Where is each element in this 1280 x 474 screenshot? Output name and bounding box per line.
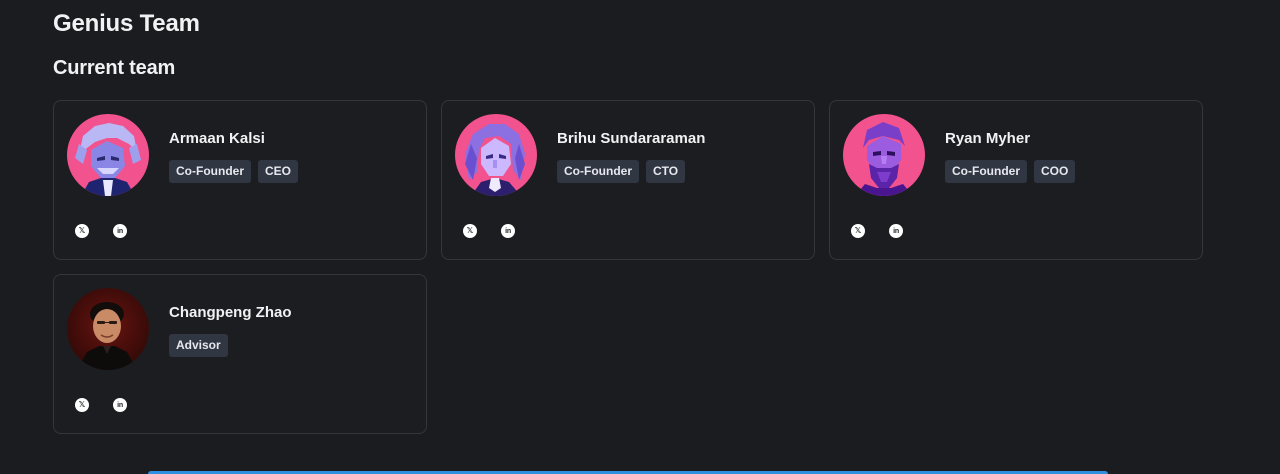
member-name: Armaan Kalsi xyxy=(169,130,265,147)
member-name: Ryan Myher xyxy=(945,130,1031,147)
role-tag: Co-Founder xyxy=(169,160,251,183)
role-tag: Co-Founder xyxy=(945,160,1027,183)
team-member-card: Changpeng Zhao Advisor 𝕏 in xyxy=(53,274,427,434)
linkedin-icon[interactable]: in xyxy=(889,224,903,238)
x-icon[interactable]: 𝕏 xyxy=(463,224,477,238)
role-tag: Advisor xyxy=(169,334,228,357)
newton-avatar xyxy=(455,114,537,196)
philosopher-avatar xyxy=(843,114,925,196)
role-tag: COO xyxy=(1034,160,1076,183)
team-grid: Armaan Kalsi Co-Founder CEO 𝕏 in Brihu S… xyxy=(53,100,1203,434)
member-name: Brihu Sundararaman xyxy=(557,130,706,147)
member-tags: Co-Founder CTO xyxy=(557,160,686,183)
member-tags: Co-Founder CEO xyxy=(169,160,299,183)
member-tags: Advisor xyxy=(169,334,228,357)
social-links: 𝕏 in xyxy=(75,398,127,412)
social-links: 𝕏 in xyxy=(463,224,515,238)
team-member-card: Ryan Myher Co-Founder COO 𝕏 in xyxy=(829,100,1203,260)
social-links: 𝕏 in xyxy=(75,224,127,238)
team-member-card: Brihu Sundararaman Co-Founder CTO 𝕏 in xyxy=(441,100,815,260)
x-icon[interactable]: 𝕏 xyxy=(75,224,89,238)
team-member-card: Armaan Kalsi Co-Founder CEO 𝕏 in xyxy=(53,100,427,260)
photo-avatar xyxy=(67,288,149,370)
role-tag: Co-Founder xyxy=(557,160,639,183)
x-icon[interactable]: 𝕏 xyxy=(851,224,865,238)
subsection-title: Current team xyxy=(53,57,176,79)
role-tag: CEO xyxy=(258,160,299,183)
role-tag: CTO xyxy=(646,160,686,183)
linkedin-icon[interactable]: in xyxy=(113,398,127,412)
section-title: Genius Team xyxy=(53,10,200,37)
member-tags: Co-Founder COO xyxy=(945,160,1076,183)
social-links: 𝕏 in xyxy=(851,224,903,238)
linkedin-icon[interactable]: in xyxy=(113,224,127,238)
linkedin-icon[interactable]: in xyxy=(501,224,515,238)
einstein-avatar xyxy=(67,114,149,196)
x-icon[interactable]: 𝕏 xyxy=(75,398,89,412)
member-name: Changpeng Zhao xyxy=(169,304,292,321)
